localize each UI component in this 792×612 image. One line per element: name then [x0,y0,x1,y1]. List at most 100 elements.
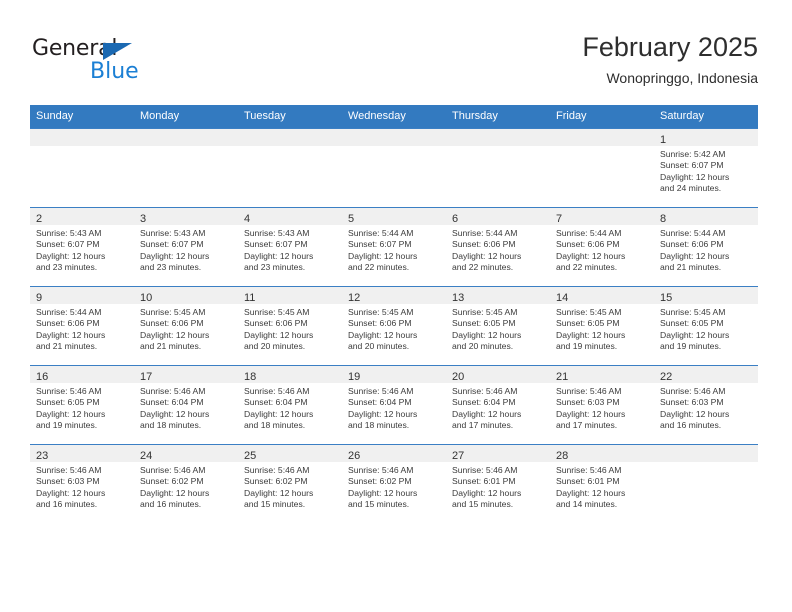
calendar-day-cell[interactable]: 18 Sunrise: 5:46 AM Sunset: 6:04 PM Dayligh… [238,365,342,445]
general-blue-logo[interactable]: General Blue [32,36,232,94]
calendar-day-cell[interactable]: 7 Sunrise: 5:44 AM Sunset: 6:06 PM Daylight… [550,207,654,287]
calendar-day-cell[interactable]: 21 Sunrise: 5:46 AM Sunset: 6:03 PM Dayligh… [550,365,654,445]
day-detail-line: and 16 minutes. [660,420,722,431]
day-number: 21 [556,371,569,383]
day-detail-line: Sunrise: 5:46 AM [244,386,310,396]
day-detail-line: and 21 minutes. [140,341,202,352]
day-cell-inner [446,129,550,207]
day-cell-inner: 24 Sunrise: 5:46 AM Sunset: 6:02 PM Dayligh… [134,445,238,523]
day-detail-line: Sunrise: 5:45 AM [348,307,414,317]
calendar-day-cell[interactable]: 9 Sunrise: 5:44 AM Sunset: 6:06 PM Daylight… [30,286,134,366]
calendar-day-cell-empty [446,128,550,208]
calendar-day-cell-empty [550,128,654,208]
calendar-day-cell[interactable]: 23 Sunrise: 5:46 AM Sunset: 6:03 PM Dayligh… [30,444,134,523]
calendar-day-cell[interactable]: 13 Sunrise: 5:45 AM Sunset: 6:05 PM Dayligh… [446,286,550,366]
calendar-day-cell[interactable]: 10 Sunrise: 5:45 AM Sunset: 6:06 PM Dayligh… [134,286,238,366]
day-number-band: 5 [342,208,446,225]
day-number-band: 15 [654,287,758,304]
day-number: 18 [244,371,257,383]
calendar-day-cell[interactable]: 27 Sunrise: 5:46 AM Sunset: 6:01 PM Dayligh… [446,444,550,523]
day-number: 11 [244,292,256,304]
day-number: 3 [140,213,147,225]
day-detail-line: Daylight: 12 hours [660,408,730,419]
day-detail-line: Daylight: 12 hours [36,250,106,261]
day-number: 26 [348,450,361,462]
calendar-day-cell[interactable]: 16 Sunrise: 5:46 AM Sunset: 6:05 PM Dayligh… [30,365,134,445]
calendar-week-row: 9 Sunrise: 5:44 AM Sunset: 6:06 PM Daylight… [30,286,758,366]
calendar-day-cell[interactable]: 3 Sunrise: 5:43 AM Sunset: 6:07 PM Daylight… [134,207,238,287]
day-cell-body: Sunrise: 5:45 AM Sunset: 6:06 PM Daylight:… [238,304,342,353]
calendar-day-cell[interactable]: 12 Sunrise: 5:45 AM Sunset: 6:06 PM Dayligh… [342,286,446,366]
day-cell-body [654,462,758,465]
calendar-day-cell[interactable]: 25 Sunrise: 5:46 AM Sunset: 6:02 PM Dayligh… [238,444,342,523]
weekday-header-friday: Friday [550,105,654,129]
day-cell-inner: 10 Sunrise: 5:45 AM Sunset: 6:06 PM Dayligh… [134,287,238,365]
day-number: 4 [244,213,251,225]
day-cell-inner: 14 Sunrise: 5:45 AM Sunset: 6:05 PM Dayligh… [550,287,654,365]
day-detail-line: Sunrise: 5:44 AM [556,228,622,238]
day-detail-line: Sunset: 6:07 PM [244,239,308,250]
calendar-day-cell[interactable]: 15 Sunrise: 5:45 AM Sunset: 6:05 PM Dayligh… [654,286,758,366]
day-cell-body: Sunrise: 5:46 AM Sunset: 6:04 PM Daylight:… [446,383,550,432]
day-number: 27 [452,450,465,462]
day-detail-line: Sunset: 6:04 PM [244,397,308,408]
day-detail-line: and 22 minutes. [348,262,410,273]
day-number-band: 4 [238,208,342,225]
calendar-day-cell[interactable]: 2 Sunrise: 5:43 AM Sunset: 6:07 PM Daylight… [30,207,134,287]
day-cell-inner: 16 Sunrise: 5:46 AM Sunset: 6:05 PM Dayligh… [30,366,134,444]
calendar-day-cell[interactable]: 22 Sunrise: 5:46 AM Sunset: 6:03 PM Dayligh… [654,365,758,445]
page-subtitle: Wonopringgo, Indonesia [606,70,758,86]
weekday-header-wednesday: Wednesday [342,105,446,129]
calendar-day-cell[interactable]: 26 Sunrise: 5:46 AM Sunset: 6:02 PM Dayligh… [342,444,446,523]
calendar-day-cell[interactable]: 4 Sunrise: 5:43 AM Sunset: 6:07 PM Daylight… [238,207,342,287]
day-number-band [134,129,238,146]
calendar-day-cell[interactable]: 17 Sunrise: 5:46 AM Sunset: 6:04 PM Dayligh… [134,365,238,445]
calendar-day-cell-empty [654,444,758,523]
calendar-day-cell[interactable]: 28 Sunrise: 5:46 AM Sunset: 6:01 PM Dayligh… [550,444,654,523]
day-detail-line: Sunrise: 5:43 AM [244,228,310,238]
title-block: February 2025 Wonopringgo, Indonesia [582,30,758,88]
day-detail-line: Sunrise: 5:43 AM [140,228,206,238]
day-cell-inner: 27 Sunrise: 5:46 AM Sunset: 6:01 PM Dayligh… [446,445,550,523]
day-detail-line: and 23 minutes. [140,262,202,273]
day-detail-line: Sunset: 6:04 PM [140,397,204,408]
day-cell-inner: 2 Sunrise: 5:43 AM Sunset: 6:07 PM Daylight… [30,208,134,286]
day-number: 23 [36,450,49,462]
calendar-day-cell[interactable]: 19 Sunrise: 5:46 AM Sunset: 6:04 PM Dayligh… [342,365,446,445]
calendar-day-cell[interactable]: 20 Sunrise: 5:46 AM Sunset: 6:04 PM Dayligh… [446,365,550,445]
day-cell-inner: 4 Sunrise: 5:43 AM Sunset: 6:07 PM Daylight… [238,208,342,286]
day-detail-line: Sunrise: 5:43 AM [36,228,102,238]
calendar-day-cell[interactable]: 5 Sunrise: 5:44 AM Sunset: 6:07 PM Daylight… [342,207,446,287]
day-detail-line: and 18 minutes. [244,420,306,431]
day-cell-body: Sunrise: 5:46 AM Sunset: 6:03 PM Daylight:… [30,462,134,511]
calendar-day-cell[interactable]: 1 Sunrise: 5:42 AM Sunset: 6:07 PM Daylight… [654,128,758,208]
day-number-band: 20 [446,366,550,383]
day-detail-line: Sunrise: 5:44 AM [452,228,518,238]
calendar-day-cell[interactable]: 6 Sunrise: 5:44 AM Sunset: 6:06 PM Daylight… [446,207,550,287]
day-detail-line: Sunset: 6:04 PM [452,397,516,408]
day-detail-line: Daylight: 12 hours [140,408,210,419]
calendar-day-cell[interactable]: 14 Sunrise: 5:45 AM Sunset: 6:05 PM Dayligh… [550,286,654,366]
day-number: 7 [556,213,563,225]
day-cell-body: Sunrise: 5:46 AM Sunset: 6:03 PM Daylight:… [654,383,758,432]
day-detail-line: Sunset: 6:02 PM [140,476,204,487]
day-detail-line: Sunset: 6:06 PM [556,239,620,250]
day-cell-body: Sunrise: 5:46 AM Sunset: 6:01 PM Daylight:… [550,462,654,511]
day-cell-body: Sunrise: 5:43 AM Sunset: 6:07 PM Daylight:… [30,225,134,274]
day-cell-body: Sunrise: 5:44 AM Sunset: 6:06 PM Daylight:… [550,225,654,274]
day-cell-inner: 1 Sunrise: 5:42 AM Sunset: 6:07 PM Daylight… [654,129,758,207]
day-detail-line: Sunset: 6:03 PM [660,397,724,408]
calendar-day-cell[interactable]: 11 Sunrise: 5:45 AM Sunset: 6:06 PM Dayligh… [238,286,342,366]
day-detail-line: Daylight: 12 hours [660,329,730,340]
weekday-header-thursday: Thursday [446,105,550,129]
day-detail-line: and 19 minutes. [36,420,98,431]
day-detail-line: Sunset: 6:02 PM [348,476,412,487]
calendar-day-cell[interactable]: 8 Sunrise: 5:44 AM Sunset: 6:06 PM Daylight… [654,207,758,287]
day-cell-body: Sunrise: 5:44 AM Sunset: 6:06 PM Daylight:… [30,304,134,353]
day-detail-line: Daylight: 12 hours [556,250,626,261]
day-cell-body: Sunrise: 5:46 AM Sunset: 6:03 PM Daylight:… [550,383,654,432]
calendar-day-cell[interactable]: 24 Sunrise: 5:46 AM Sunset: 6:02 PM Dayligh… [134,444,238,523]
day-cell-body: Sunrise: 5:46 AM Sunset: 6:02 PM Daylight:… [238,462,342,511]
day-cell-inner [654,445,758,523]
day-cell-body: Sunrise: 5:44 AM Sunset: 6:06 PM Daylight:… [654,225,758,274]
